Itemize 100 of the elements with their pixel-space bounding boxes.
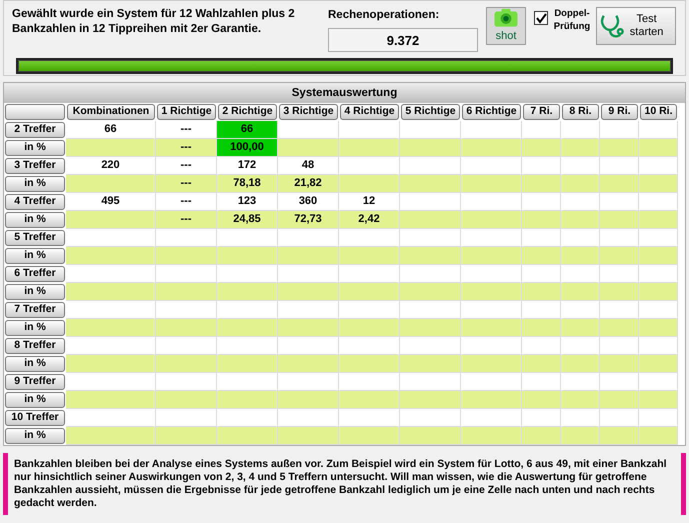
table-cell (561, 355, 600, 373)
table-cell (156, 427, 217, 445)
column-header[interactable]: 6 Richtige (462, 104, 521, 120)
column-header[interactable]: 4 Richtige (340, 104, 399, 120)
table-cell (278, 391, 339, 409)
table-cell (217, 355, 278, 373)
table-cell (400, 139, 461, 157)
table-cell (217, 427, 278, 445)
table-cell (522, 247, 561, 265)
table-cell (339, 355, 400, 373)
row-header[interactable]: in % (5, 176, 65, 192)
row-header[interactable]: in % (5, 248, 65, 264)
column-header[interactable]: 9 Ri. (601, 104, 638, 120)
row-header[interactable]: 4 Treffer (5, 194, 65, 210)
table-cell (156, 355, 217, 373)
table-cell (339, 283, 400, 301)
table-cell (461, 211, 522, 229)
table-cell (339, 427, 400, 445)
table-cell (339, 391, 400, 409)
row-header[interactable]: in % (5, 320, 65, 336)
row-header[interactable]: 2 Treffer (5, 122, 65, 138)
table-cell (278, 283, 339, 301)
table-cell: 78,18 (217, 175, 278, 193)
row-header[interactable]: in % (5, 428, 65, 444)
table-cell (639, 211, 678, 229)
row-header[interactable]: in % (5, 284, 65, 300)
table-cell (400, 391, 461, 409)
table-cell (561, 427, 600, 445)
table-cell (339, 139, 400, 157)
table-cell (400, 283, 461, 301)
table-cell (639, 427, 678, 445)
table-cell (339, 247, 400, 265)
table-cell (600, 355, 639, 373)
row-header[interactable]: in % (5, 212, 65, 228)
table-cell (561, 211, 600, 229)
table-cell (278, 427, 339, 445)
table-cell (400, 211, 461, 229)
row-header[interactable]: 5 Treffer (5, 230, 65, 246)
table-cell (522, 211, 561, 229)
table-title: Systemauswertung (4, 83, 685, 103)
table-cell (522, 355, 561, 373)
row-header[interactable]: in % (5, 140, 65, 156)
table-cell: --- (156, 211, 217, 229)
column-header[interactable]: 8 Ri. (562, 104, 599, 120)
table-cell (522, 283, 561, 301)
column-header[interactable]: 1 Richtige (157, 104, 216, 120)
table-cell (461, 319, 522, 337)
table-cell (278, 247, 339, 265)
table-cell (522, 139, 561, 157)
table-cell (600, 139, 639, 157)
table-cell (639, 247, 678, 265)
row-header[interactable]: 9 Treffer (5, 374, 65, 390)
table-cell (522, 175, 561, 193)
operations-label: Rechenoperationen: (328, 8, 440, 23)
table-cell (639, 139, 678, 157)
test-start-button[interactable]: Test starten (596, 7, 676, 45)
row-header[interactable]: 6 Treffer (5, 266, 65, 282)
row-header[interactable]: 3 Treffer (5, 158, 65, 174)
shot-button[interactable]: shot (486, 7, 526, 45)
table-cell (561, 319, 600, 337)
table-cell (217, 319, 278, 337)
table-cell (639, 319, 678, 337)
table-cell: --- (156, 175, 217, 193)
row-header[interactable]: in % (5, 392, 65, 408)
column-header[interactable]: Kombinationen (67, 104, 155, 120)
table-cell (278, 355, 339, 373)
table-cell: 21,82 (278, 175, 339, 193)
table-cell (639, 391, 678, 409)
table-cell (400, 319, 461, 337)
table-cell (400, 355, 461, 373)
table-cell: 72,73 (278, 211, 339, 229)
column-header[interactable]: 3 Richtige (279, 104, 338, 120)
corner-header (5, 104, 65, 120)
table-cell (400, 247, 461, 265)
table-cell (156, 319, 217, 337)
table-cell (217, 283, 278, 301)
column-header[interactable]: 5 Richtige (401, 104, 460, 120)
table-cell (600, 211, 639, 229)
column-header[interactable]: 7 Ri. (523, 104, 560, 120)
row-header[interactable]: 10 Treffer (5, 410, 65, 426)
note-text: Bankzahlen bleiben bei der Analyse eines Systems außen vor. Zum Beispiel wird ein System für Lotto, 6 aus 49, mit einer Bankzahl nur hinsichtlich seiner Auswirkungen von 2, 3, 4 und 5 Treffern untersucht. Will man wissen, wie die Auswertung für getroffene Bankzahlen aussieht, müssen die Ergebnisse für jede getroffene Bankzahl lediglich um je eine Zelle nach unten und nach rechts gedacht werden. (3, 453, 686, 515)
table-cell (461, 283, 522, 301)
column-header[interactable]: 2 Richtige (218, 104, 277, 120)
table-cell (156, 283, 217, 301)
table-cell (156, 391, 217, 409)
table-cell (600, 391, 639, 409)
table-cell (600, 283, 639, 301)
row-header[interactable]: 8 Treffer (5, 338, 65, 354)
table-cell (561, 391, 600, 409)
table-cell (461, 175, 522, 193)
table-cell (600, 427, 639, 445)
row-header[interactable]: in % (5, 356, 65, 372)
table-cell (461, 427, 522, 445)
column-header[interactable]: 10 Ri. (640, 104, 677, 120)
row-header[interactable]: 7 Treffer (5, 302, 65, 318)
table-cell (600, 319, 639, 337)
table-cell (639, 355, 678, 373)
double-check-checkbox[interactable] (534, 11, 548, 25)
table-cell (561, 175, 600, 193)
table-cell (400, 427, 461, 445)
